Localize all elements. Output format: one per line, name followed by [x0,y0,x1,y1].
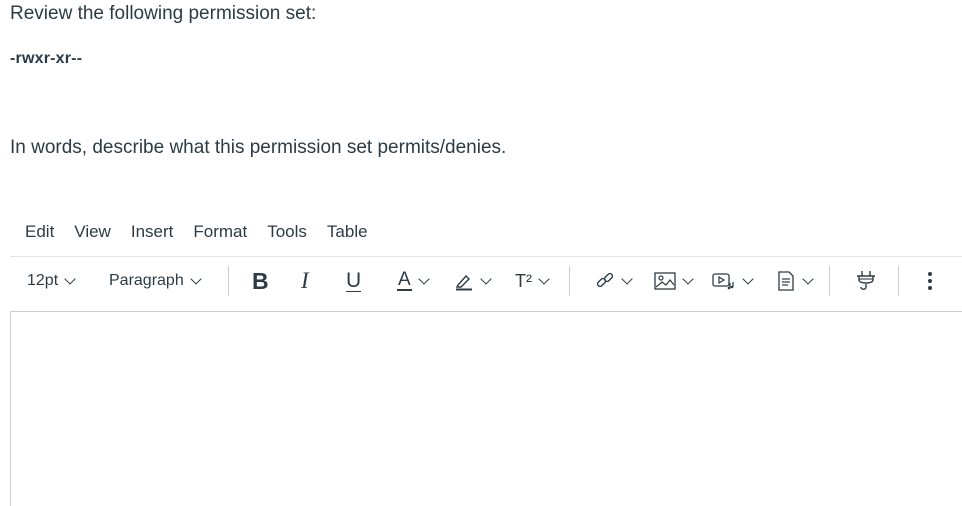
superscript-icon: T² [515,270,532,291]
chevron-down-icon [418,272,430,285]
apps-plug-icon [855,270,877,292]
underline-icon: U [346,268,362,292]
toolbar-separator [228,266,229,296]
apps-button[interactable] [855,260,877,302]
menu-table[interactable]: Table [317,220,378,244]
chevron-down-icon [538,272,550,285]
chevron-down-icon [64,272,76,285]
permission-string: -rwxr-xr-- [10,50,83,67]
chevron-down-icon [190,272,202,285]
document-icon [776,271,796,291]
menubar-divider [10,256,962,257]
block-format-dropdown[interactable]: Paragraph [109,260,202,302]
superscript-button[interactable]: T² [515,260,550,302]
highlight-icon [454,271,474,291]
toolbar-separator [829,266,830,296]
font-size-value: 12pt [27,272,59,289]
editor-toolbar: 12pt Paragraph B I U A T² [10,260,962,302]
chevron-down-icon [802,272,814,285]
font-size-dropdown[interactable]: 12pt [27,260,76,302]
question-prompt: Review the following permission set: [10,3,317,24]
link-icon [595,271,615,291]
media-icon [712,271,736,291]
more-icon [927,271,933,291]
chevron-down-icon [682,272,694,285]
menu-view[interactable]: View [64,220,121,244]
menu-format[interactable]: Format [183,220,257,244]
document-button[interactable] [776,260,814,302]
image-icon [654,271,676,291]
underline-button[interactable]: U [346,260,362,302]
chevron-down-icon [742,272,754,285]
more-button[interactable] [927,260,933,302]
italic-icon: I [301,268,309,293]
image-button[interactable] [654,260,694,302]
editor-content-area[interactable] [10,312,962,506]
link-button[interactable] [595,260,633,302]
italic-button[interactable]: I [301,260,309,302]
text-color-button[interactable]: A [397,260,430,302]
bold-button[interactable]: B [252,260,269,302]
menu-edit[interactable]: Edit [15,220,64,244]
bold-icon: B [252,267,269,294]
text-color-icon: A [397,269,412,291]
menu-tools[interactable]: Tools [257,220,317,244]
chevron-down-icon [480,272,492,285]
toolbar-separator [898,266,899,296]
toolbar-separator [569,266,570,296]
question-instruction: In words, describe what this permission … [10,137,507,158]
menu-insert[interactable]: Insert [121,220,184,244]
highlight-button[interactable] [454,260,492,302]
block-format-value: Paragraph [109,272,184,289]
editor-menubar: Edit View Insert Format Tools Table [15,220,378,244]
media-button[interactable] [712,260,754,302]
editor-text[interactable] [11,312,962,328]
chevron-down-icon [621,272,633,285]
